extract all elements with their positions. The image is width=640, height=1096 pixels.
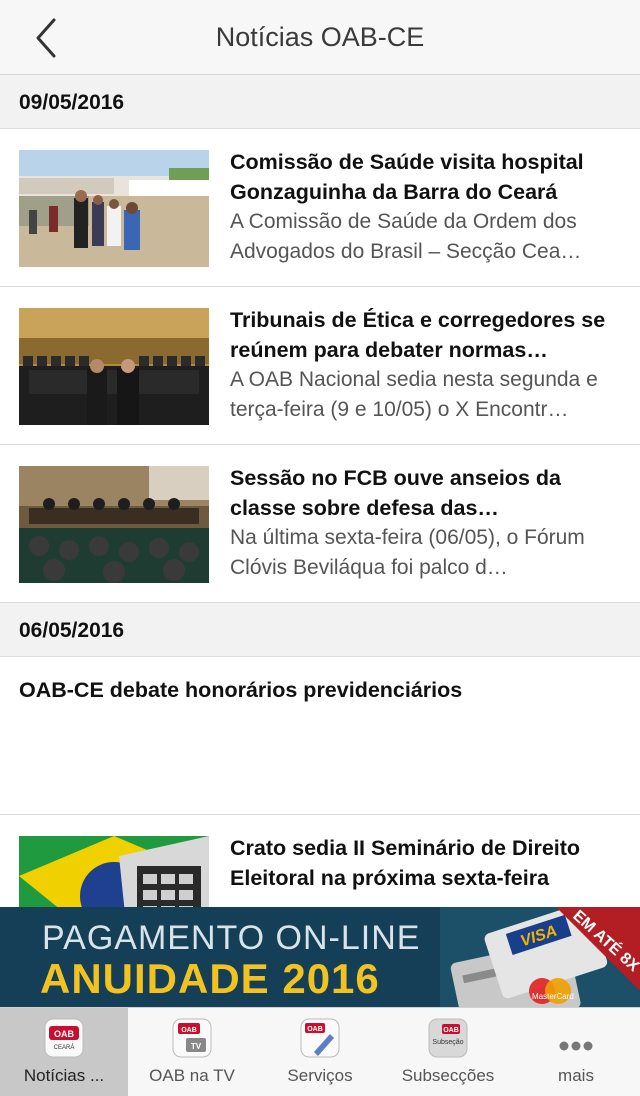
oab-text: OAB [307,1026,323,1033]
credit-cards-image: VISA MasterCard EM ATÉ 8X [440,907,640,1007]
navigation-bar: Notícias OAB-CE [0,0,640,75]
news-thumbnail [19,150,209,267]
news-thumbnail [19,466,209,583]
mastercard-label: MasterCard [532,992,574,1001]
banner-headline: PAGAMENTO ON-LINE [42,919,421,957]
oab-tv-icon: OAB TV [172,1018,212,1058]
tv-text: TV [191,1042,202,1051]
tab-mais[interactable]: mais [512,1008,640,1096]
news-title: Comissão de Saúde visita hospital Gonzag… [230,150,584,204]
tab-label: Notícias ... [23,1066,105,1085]
tab-oab-na-tv[interactable]: OAB TV OAB na TV [128,1008,256,1096]
subsecao-icon: OAB Subseção [428,1018,468,1058]
tab-noticias[interactable]: OAB CEARÁ Notícias ... [0,1008,128,1096]
tab-bar: OAB CEARÁ Notícias ... OAB TV OAB na TV … [0,1007,640,1096]
ceara-text: CEARÁ [54,1044,75,1051]
news-item[interactable]: Tribunais de Ética e corregedores se reú… [0,287,640,445]
page-title: Notícias OAB-CE [215,22,425,52]
more-dots-icon [559,1041,593,1051]
anuidade-banner[interactable]: VISA MasterCard EM ATÉ 8X PAGAMENTO ON-L… [0,907,640,1007]
news-thumbnail [19,836,209,907]
tab-servicos[interactable]: OAB Serviços [256,1008,384,1096]
tab-label: Subsecções [401,1066,495,1085]
news-title: Crato sedia II Seminário de Direito Elei… [230,836,581,890]
news-thumbnail [19,308,209,425]
oab-text: OAB [54,1029,75,1039]
date-section-header: 06/05/2016 [0,603,640,657]
tab-label: mais [558,1066,594,1085]
news-list[interactable]: 09/05/2016 Comissão de Saúde visita hosp… [0,75,640,907]
news-title: Sessão no FCB ouve anseios da classe sob… [230,466,561,520]
news-item[interactable]: Comissão de Saúde visita hospital Gonzag… [0,129,640,287]
tab-subseccoes[interactable]: OAB Subseção Subsecções [384,1008,512,1096]
news-title: Tribunais de Ética e corregedores se reú… [230,308,606,362]
banner-subheadline: ANUIDADE 2016 [40,955,380,1002]
tab-label: Serviços [287,1066,353,1085]
news-summary: A OAB Nacional sedia nesta segunda e ter… [230,368,598,421]
news-title: OAB-CE debate honorários previdenciários [19,678,463,702]
oab-services-icon: OAB [300,1018,340,1058]
news-item[interactable]: OAB-CE debate honorários previdenciários [0,657,640,815]
news-item[interactable]: Sessão no FCB ouve anseios da classe sob… [0,445,640,603]
tab-label: OAB na TV [149,1066,235,1085]
subsecao-text: Subseção [432,1039,463,1046]
news-summary: Na última sexta-feira (06/05), o Fórum C… [230,526,585,579]
news-summary: A Comissão de Saúde da Ordem dos Advogad… [230,210,582,263]
oab-text: OAB [443,1027,459,1034]
oab-text: OAB [181,1027,197,1034]
date-section-header: 09/05/2016 [0,75,640,129]
oab-ceara-icon: OAB CEARÁ [44,1018,84,1058]
news-item[interactable]: Crato sedia II Seminário de Direito Elei… [0,815,640,907]
